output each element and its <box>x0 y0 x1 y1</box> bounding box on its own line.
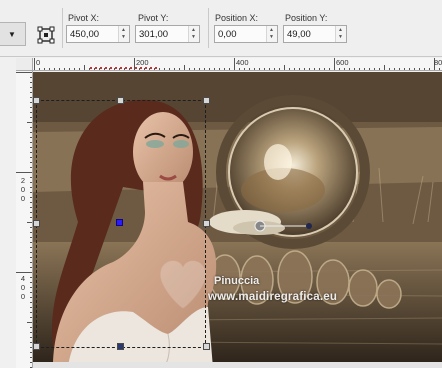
ruler-marker <box>155 67 157 69</box>
toolbar-separator <box>62 8 63 48</box>
ruler-label-0: 0 <box>36 58 41 67</box>
pivot-x-stepper[interactable]: ▲ ▼ <box>118 26 129 42</box>
ruler-label-vertical: 0 <box>20 283 26 292</box>
watermark-url: www.maidiregrafica.eu <box>208 291 338 303</box>
resize-handle-top-right[interactable] <box>203 97 210 104</box>
pick-tool-icon[interactable] <box>36 25 56 45</box>
toolbar-separator <box>208 8 209 48</box>
ruler-marker <box>150 67 152 69</box>
pivot-x-spinbox[interactable]: 450,00 ▲ ▼ <box>66 25 130 43</box>
ruler-label-vertical: 4 <box>20 274 26 283</box>
ruler-label-vertical: 0 <box>20 185 26 194</box>
ruler-marker <box>90 67 92 69</box>
vertical-ruler[interactable]: 2 0 0 4 0 0 <box>16 71 33 368</box>
ruler-marker <box>110 67 112 69</box>
pivot-x-value[interactable]: 450,00 <box>70 29 99 40</box>
ruler-label-400: 400 <box>236 58 249 67</box>
resize-handle-top-left[interactable] <box>33 97 40 104</box>
position-x-label: Position X: <box>215 13 259 23</box>
horizontal-ruler[interactable]: 0 200 400 600 800 <box>33 58 442 71</box>
ruler-label-vertical: 0 <box>20 194 26 203</box>
ruler-marker <box>100 67 102 69</box>
resize-handle-bottom-right[interactable] <box>203 343 210 350</box>
ruler-marker <box>140 67 142 69</box>
position-x-spinbox[interactable]: 0,00 ▲ ▼ <box>214 25 278 43</box>
position-y-stepper[interactable]: ▲ ▼ <box>335 26 346 42</box>
position-y-spinbox[interactable]: 49,00 ▲ ▼ <box>283 25 347 43</box>
horizontal-scrollbar[interactable] <box>33 362 442 368</box>
pivot-y-label: Pivot Y: <box>138 13 169 23</box>
ruler-label-800: 800 <box>434 58 442 67</box>
pivot-y-spinbox[interactable]: 301,00 ▲ ▼ <box>135 25 200 43</box>
position-x-value[interactable]: 0,00 <box>218 29 237 40</box>
watermark-name: Pinuccia <box>214 275 260 287</box>
ruler-marker <box>95 67 97 69</box>
position-y-label: Position Y: <box>285 13 328 23</box>
resize-handle-top[interactable] <box>117 97 124 104</box>
ruler-marker <box>135 67 137 69</box>
pivot-y-stepper[interactable]: ▲ ▼ <box>188 26 199 42</box>
ruler-marker <box>125 67 127 69</box>
resize-handle-right[interactable] <box>203 220 210 227</box>
ruler-label-vertical: 0 <box>20 292 26 301</box>
vertical-ruler-ticks <box>16 72 32 368</box>
ruler-marker <box>120 67 122 69</box>
ruler-label-vertical: 2 <box>20 176 26 185</box>
ruler-corner <box>16 58 33 71</box>
pivot-y-value[interactable]: 301,00 <box>139 29 168 40</box>
ruler-label-600: 600 <box>336 58 349 67</box>
chevron-down-icon: ▼ <box>8 30 16 39</box>
ruler-marker <box>105 67 107 69</box>
resize-handle-bottom[interactable] <box>117 343 124 350</box>
tool-options-toolbar: ▼ Pivot X: 450,00 ▲ ▼ Pivot Y: 301,00 ▲ ▼ … <box>0 0 442 57</box>
presets-dropdown-button[interactable]: ▼ <box>0 22 26 46</box>
resize-handle-left[interactable] <box>33 220 40 227</box>
ruler-label-200: 200 <box>136 58 149 67</box>
pivot-x-label: Pivot X: <box>68 13 100 23</box>
left-panel-gutter <box>0 57 16 368</box>
ruler-marker <box>115 67 117 69</box>
resize-handle-bottom-left[interactable] <box>33 343 40 350</box>
pivot-point-handle[interactable] <box>116 219 123 226</box>
ruler-marker <box>130 67 132 69</box>
position-x-stepper[interactable]: ▲ ▼ <box>266 26 277 42</box>
ruler-marker <box>145 67 147 69</box>
position-y-value[interactable]: 49,00 <box>287 29 311 40</box>
